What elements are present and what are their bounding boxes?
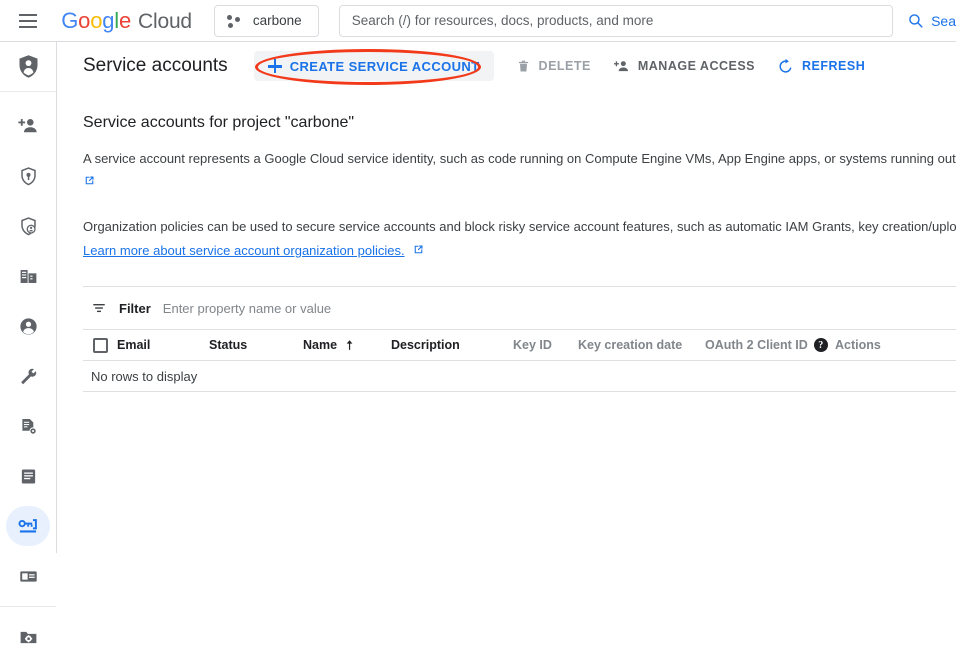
column-label: Key creation date — [578, 338, 683, 352]
select-all-checkbox[interactable] — [92, 337, 108, 353]
folder-settings-icon — [20, 631, 36, 643]
filter-input[interactable] — [162, 300, 583, 316]
search-icon — [909, 14, 923, 28]
logo-letter: o — [78, 7, 91, 33]
column-header-email: Email — [117, 338, 209, 352]
iam-shield-person-icon — [19, 55, 37, 78]
sidebar-item-add-member[interactable] — [6, 106, 50, 146]
organization-card-icon — [20, 269, 36, 283]
external-link-icon — [414, 245, 423, 254]
description-paragraph-2: Organization policies can be used to sec… — [83, 219, 956, 234]
help-icon[interactable]: ? — [813, 338, 828, 352]
delete-button-label: DELETE — [538, 59, 591, 73]
wrench-icon — [20, 368, 36, 384]
external-link-icon — [85, 176, 94, 185]
filter-icon[interactable] — [91, 300, 107, 316]
search-submit-button[interactable]: Sea — [907, 12, 956, 29]
trash-icon — [518, 60, 528, 71]
learn-more-link-row[interactable]: Learn more about service account organiz… — [83, 242, 956, 260]
sidebar-item-policy-analyzer[interactable] — [6, 206, 50, 246]
logo-cloud-text: Cloud — [138, 9, 192, 33]
sidebar-item-workload-identity[interactable] — [6, 556, 50, 596]
sidebar-item-policy-troubleshooter[interactable] — [6, 156, 50, 196]
logo-letter: o — [90, 7, 103, 33]
list-document-icon — [21, 469, 35, 483]
description-paragraph-1: A service account represents a Google Cl… — [83, 151, 956, 166]
search-input[interactable] — [351, 13, 881, 28]
refresh-icon — [779, 58, 792, 73]
table-header-row: Email Status Name Description Key ID Key… — [83, 329, 956, 361]
column-header-status: Status — [209, 338, 303, 352]
column-label: Name — [303, 338, 338, 352]
sidebar-item-organization-policies[interactable] — [6, 256, 50, 296]
project-selector[interactable]: carbone — [213, 4, 319, 37]
logo-letter: G — [61, 7, 79, 33]
create-button-label: CREATE SERVICE ACCOUNT — [289, 58, 480, 74]
plus-icon — [267, 59, 282, 73]
top-header-bar: G o o g l e Cloud carbone Sea — [0, 0, 956, 42]
sidebar-item-roles[interactable] — [6, 356, 50, 396]
left-navigation-sidebar — [0, 42, 57, 643]
refresh-button[interactable]: REFRESH — [777, 58, 865, 75]
refresh-button-label: REFRESH — [802, 59, 866, 73]
add-person-icon — [613, 60, 628, 71]
sidebar-divider — [0, 606, 56, 607]
column-header-key-id: Key ID — [513, 338, 578, 352]
page-title: Service accounts — [83, 55, 228, 76]
sort-ascending-arrow-icon[interactable] — [343, 339, 356, 352]
project-dots-icon — [226, 14, 243, 28]
column-label: Status — [209, 338, 248, 352]
delete-button[interactable]: DELETE — [516, 59, 591, 74]
sidebar-item-audit-logs[interactable] — [6, 406, 50, 446]
manage-access-label: MANAGE ACCESS — [637, 59, 756, 73]
column-header-name: Name — [303, 338, 391, 352]
main-content-area: Service accounts CREATE SERVICE ACCOUNT … — [57, 42, 956, 553]
sidebar-item-service-accounts[interactable] — [6, 506, 50, 546]
empty-state-message: No rows to display — [83, 361, 956, 392]
filter-label: Filter — [119, 300, 151, 316]
hamburger-menu-icon[interactable] — [8, 1, 47, 41]
account-circle-icon — [19, 317, 37, 335]
section-heading: Service accounts for project "carbone" — [83, 114, 355, 131]
logo-letter: g — [102, 7, 115, 33]
global-search-box[interactable] — [338, 4, 894, 37]
id-card-icon — [19, 570, 37, 582]
logo-letter: e — [118, 7, 132, 33]
shield-key-icon — [20, 166, 36, 185]
create-service-account-button[interactable]: CREATE SERVICE ACCOUNT — [253, 51, 494, 81]
sidebar-item-settings[interactable] — [6, 617, 50, 657]
column-label: Actions — [835, 338, 881, 352]
project-name: carbone — [252, 13, 302, 28]
column-label: Description — [391, 338, 460, 352]
add-person-icon — [18, 119, 37, 133]
column-header-oauth2-client-id: OAuth 2 Client ID ? — [705, 338, 835, 352]
sidebar-item-asset-inventory[interactable] — [6, 456, 50, 496]
column-label: Email — [117, 338, 151, 352]
column-header-description: Description — [391, 338, 513, 352]
column-header-key-creation-date: Key creation date — [578, 338, 705, 352]
service-accounts-table-card: Filter Email Status Name Description — [83, 286, 956, 392]
sidebar-product-icon[interactable] — [0, 42, 56, 92]
document-settings-icon — [21, 418, 37, 435]
learn-more-link[interactable]: Learn more about service account organiz… — [83, 243, 405, 258]
service-account-key-icon — [18, 519, 37, 533]
sidebar-item-identity[interactable] — [6, 306, 50, 346]
filter-bar: Filter — [83, 287, 956, 329]
shield-person-icon — [20, 216, 36, 235]
column-label: Key ID — [513, 338, 552, 352]
search-button-label: Sea — [931, 12, 956, 29]
google-cloud-logo[interactable]: G o o g l e Cloud — [61, 8, 192, 34]
external-link-row-1[interactable] — [83, 174, 956, 192]
page-action-bar: Service accounts CREATE SERVICE ACCOUNT … — [57, 42, 956, 90]
column-header-actions: Actions — [835, 338, 915, 352]
manage-access-button[interactable]: MANAGE ACCESS — [613, 58, 755, 75]
page-description-section: Service accounts for project "carbone" A… — [57, 114, 956, 260]
column-label: OAuth 2 Client ID — [705, 338, 808, 352]
